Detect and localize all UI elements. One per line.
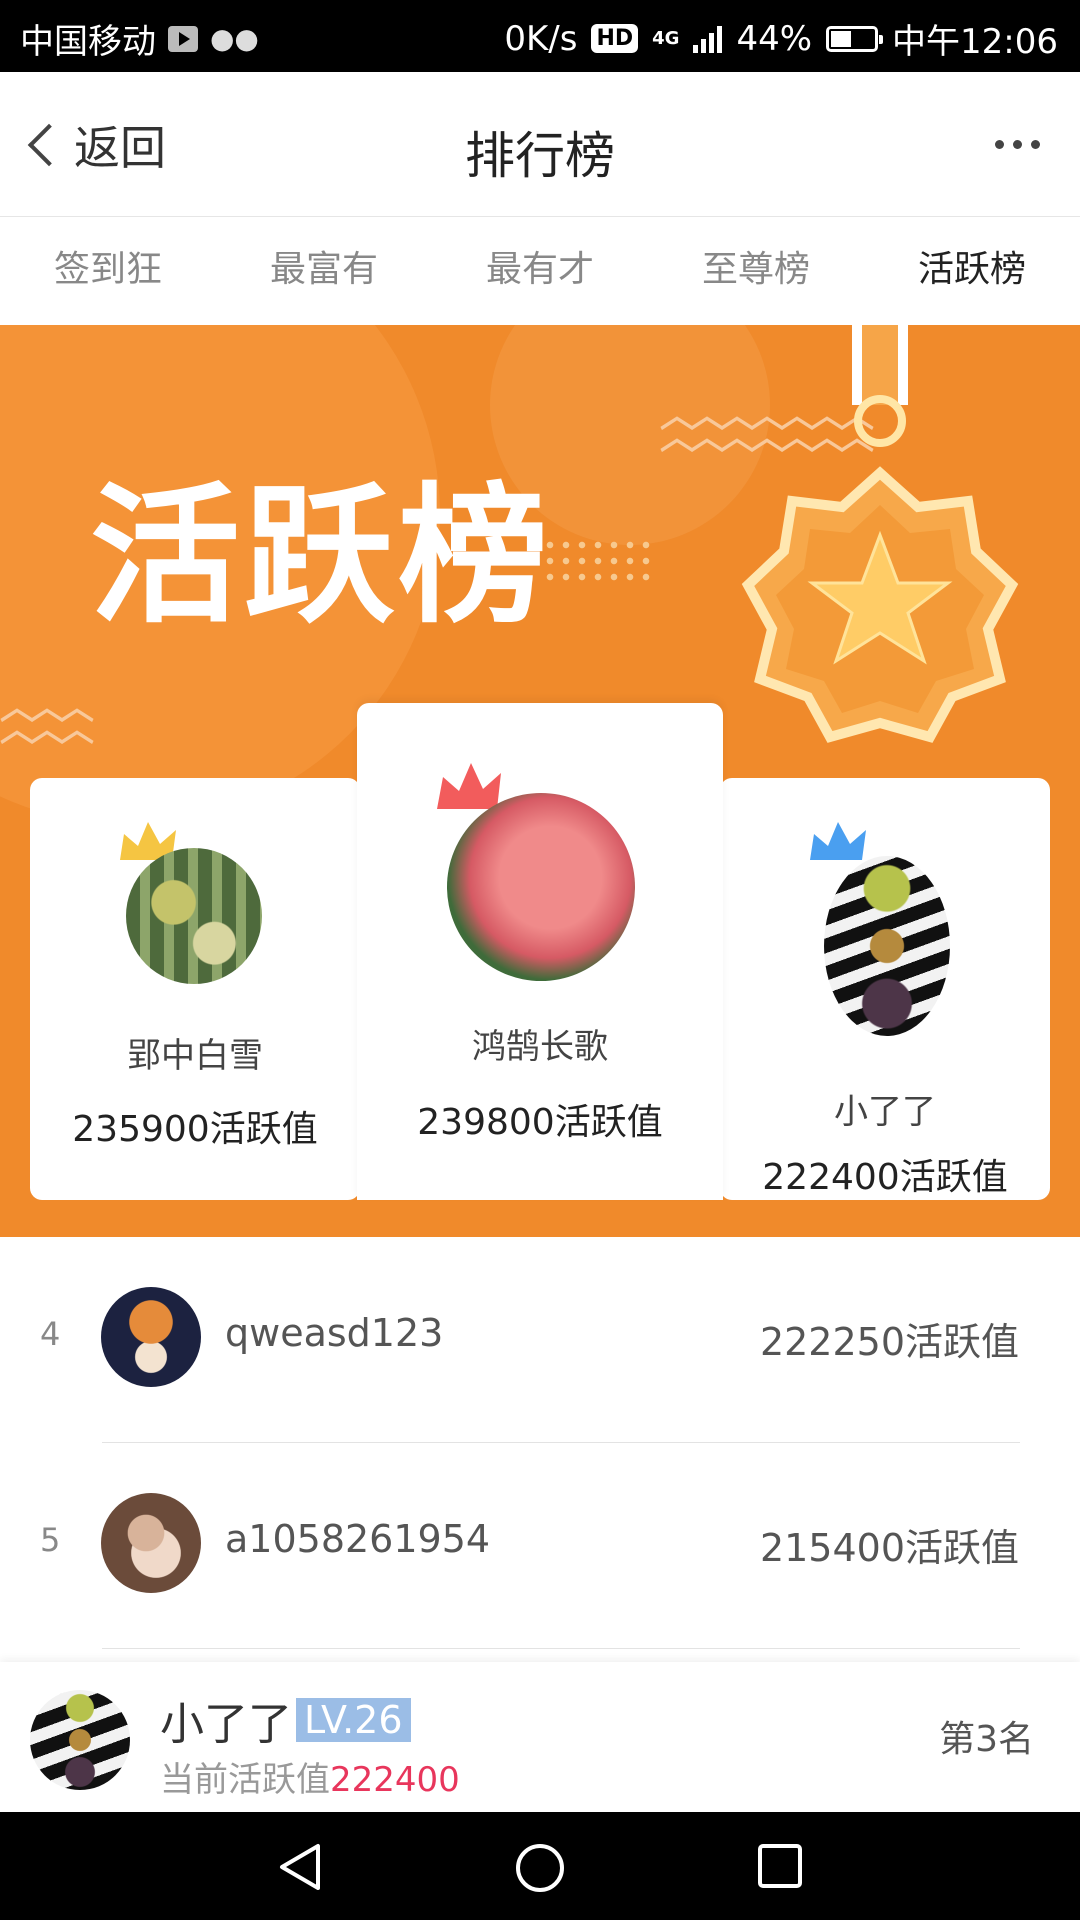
- video-app-icon: [168, 25, 198, 52]
- hd-badge: HD: [591, 24, 639, 53]
- podium-second-name: 郢中白雪: [127, 1036, 263, 1076]
- nav-recents-icon[interactable]: [756, 1842, 804, 1890]
- my-rank: 第3名: [939, 1719, 1034, 1760]
- ranking-row[interactable]: 4 qweasd123 222250活跃值: [0, 1237, 1080, 1443]
- dot-icon: [1031, 140, 1040, 149]
- banner-title: 活跃榜: [90, 470, 553, 644]
- ranking-row[interactable]: 5 a1058261954 215400活跃值: [0, 1443, 1080, 1649]
- my-score-value: 222400: [330, 1760, 460, 1800]
- more-options-button[interactable]: [995, 140, 1040, 149]
- ranking-tabs: 签到狂 最富有 最有才 至尊榜 活跃榜: [0, 217, 1080, 325]
- my-score-label: 当前活跃值: [160, 1760, 330, 1800]
- podium-first-card[interactable]: 鸿鹄长歌 239800活跃值: [357, 703, 723, 1200]
- divider: [102, 1648, 1020, 1649]
- avatar: [126, 848, 262, 984]
- rank-user-name: a1058261954: [225, 1517, 491, 1561]
- my-name: 小了了: [160, 1699, 292, 1750]
- podium-third-card[interactable]: 小了了 222400活跃值: [720, 778, 1050, 1200]
- dot-icon: [995, 140, 1004, 149]
- zigzag-decor: ︿︿︿ ︿︿︿: [0, 688, 94, 750]
- net-speed-label: 0K/s: [504, 18, 578, 59]
- battery-percent: 44%: [736, 18, 813, 59]
- podium-first-score: 239800活跃值: [417, 1102, 663, 1143]
- medal-ring: [854, 395, 906, 447]
- avatar: [447, 793, 635, 981]
- podium-third-score: 222400活跃值: [762, 1157, 1008, 1198]
- carrier-label: 中国移动: [20, 22, 156, 62]
- my-score-line: 当前活跃值222400: [160, 1752, 460, 1801]
- signal-icon: [693, 25, 723, 53]
- tab-active[interactable]: 活跃榜: [864, 217, 1080, 325]
- chevron-left-icon: [27, 123, 71, 167]
- my-ranking-bar[interactable]: 小了了 LV.26 当前活跃值222400 第3名: [0, 1662, 1080, 1812]
- avatar: [824, 856, 950, 1036]
- podium-third-name: 小了了: [834, 1092, 936, 1132]
- battery-icon: [826, 25, 884, 52]
- my-avatar: [30, 1690, 130, 1790]
- tab-supreme[interactable]: 至尊榜: [648, 217, 864, 325]
- clock: 中午12:06: [892, 22, 1058, 62]
- back-label: 返回: [74, 121, 166, 175]
- tab-talented[interactable]: 最有才: [432, 217, 648, 325]
- back-button[interactable]: 返回: [20, 112, 166, 178]
- nav-back-icon[interactable]: [276, 1842, 326, 1892]
- podium-second-score: 235900活跃值: [72, 1109, 318, 1150]
- rank-score: 222250活跃值: [759, 1320, 1019, 1364]
- medal-star-icon: [741, 466, 1019, 743]
- network-type-label: 4G: [652, 28, 680, 49]
- my-name-line: 小了了 LV.26: [160, 1688, 411, 1752]
- avatar: [101, 1287, 201, 1387]
- rank-user-name: qweasd123: [225, 1311, 444, 1355]
- nav-home-icon[interactable]: [514, 1842, 566, 1894]
- tab-richest[interactable]: 最富有: [216, 217, 432, 325]
- level-badge: LV.26: [296, 1698, 411, 1742]
- status-bar: 中国移动 ●● 0K/s HD 4G 44% 中午12:06: [0, 0, 1080, 72]
- rank-score: 215400活跃值: [759, 1526, 1019, 1570]
- medal-ribbon: [852, 325, 908, 405]
- rank-number: 4: [40, 1315, 61, 1353]
- crown-blue-icon: [810, 822, 866, 860]
- dots-decor: [542, 537, 657, 589]
- app-header: 返回 排行榜: [0, 72, 1080, 217]
- podium-second-card[interactable]: 郢中白雪 235900活跃值: [30, 778, 360, 1200]
- podium-first-name: 鸿鹄长歌: [472, 1027, 608, 1067]
- banner: ︿︿︿︿︿︿︿ ︿︿︿︿︿︿︿ ︿︿︿ ︿︿︿ 活跃榜 郢中白雪 235900活跃值…: [0, 325, 1080, 1237]
- system-nav-bar: [0, 1812, 1080, 1920]
- tab-checkin[interactable]: 签到狂: [0, 217, 216, 325]
- wechat-icon: ●●: [210, 22, 259, 55]
- avatar: [101, 1493, 201, 1593]
- rank-number: 5: [40, 1521, 61, 1559]
- zigzag-decor: ︿︿︿︿︿︿︿ ︿︿︿︿︿︿︿: [660, 396, 874, 458]
- dot-icon: [1013, 140, 1022, 149]
